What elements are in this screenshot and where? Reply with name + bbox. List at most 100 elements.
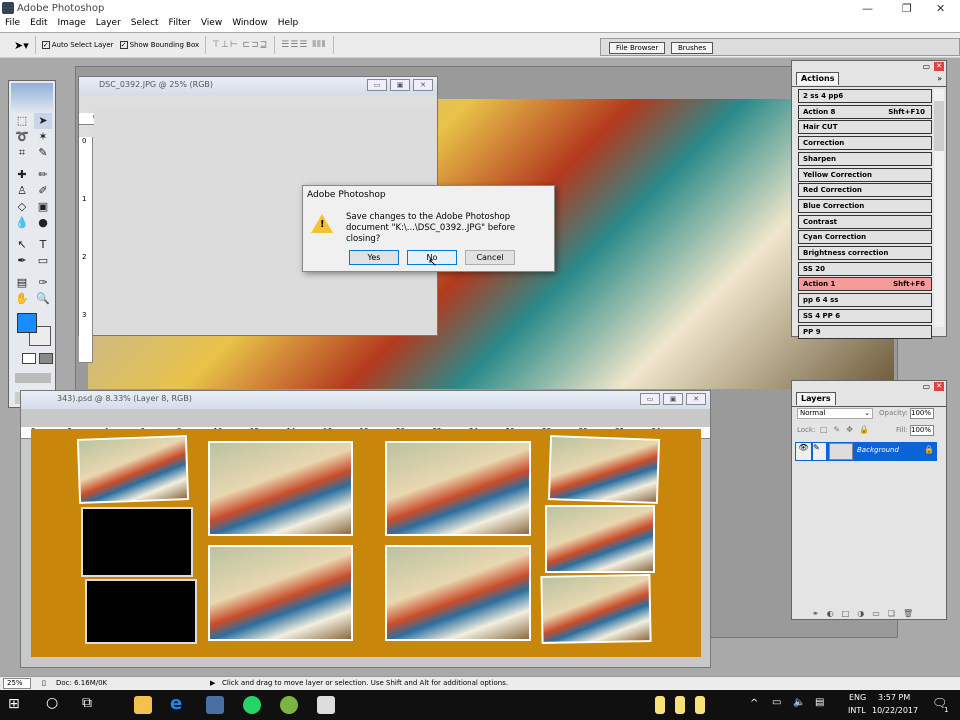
document-window-album[interactable]: 343).psd @ 8.33% (Layer 8, RGB) ▭▣✕ 0246… xyxy=(20,390,711,668)
language-layout[interactable]: INTL xyxy=(848,706,866,715)
edge-icon[interactable]: e xyxy=(170,693,188,714)
layer-row-background[interactable]: 👁 ✎ Background 🔒 xyxy=(795,442,937,461)
align-icons[interactable]: ⊤⊥⊢ ⊏⊐⊒ xyxy=(212,40,268,50)
brush-tool-icon[interactable]: ✏ xyxy=(34,167,52,183)
chevron-up-icon[interactable]: ^ xyxy=(750,698,758,709)
task-view-icon[interactable]: ⧉ xyxy=(82,695,92,711)
lock-icons[interactable]: □✎✥🔒 xyxy=(820,425,875,434)
fill-field[interactable]: 100% xyxy=(910,425,934,436)
menu-view[interactable]: View xyxy=(196,17,227,32)
action-item[interactable]: 2 ss 4 pp6 xyxy=(798,89,932,103)
action-item[interactable]: SS 20 xyxy=(798,261,932,276)
keyboard-icon[interactable]: ▤ xyxy=(815,697,824,708)
whatsapp-icon[interactable] xyxy=(243,696,261,714)
stamp-tool-icon[interactable]: ♙ xyxy=(13,183,31,199)
opacity-field[interactable]: 100% xyxy=(910,408,934,419)
action-item[interactable]: Red Correction xyxy=(798,183,932,198)
network-icon[interactable]: ▭ xyxy=(772,697,781,708)
marquee-tool-icon[interactable]: ⬚ xyxy=(13,113,31,129)
path-selection-icon[interactable]: ↖ xyxy=(13,237,31,253)
app-icon[interactable] xyxy=(317,696,335,714)
zoom-tool-icon[interactable]: 🔍 xyxy=(34,291,52,307)
blend-mode-select[interactable]: Normal ⌄ xyxy=(797,408,873,419)
close-icon[interactable]: ✕ xyxy=(934,382,944,391)
hand-tool-icon[interactable]: ✋ xyxy=(13,291,31,307)
tab-brushes[interactable]: Brushes xyxy=(671,42,714,54)
move-tool-icon[interactable]: ➤▾ xyxy=(14,39,29,52)
action-item[interactable]: SS 4 PP 6 xyxy=(798,308,932,323)
action-item[interactable]: Correction xyxy=(798,136,932,151)
minimize-icon[interactable]: ▭ xyxy=(922,62,930,71)
quick-mask-icon[interactable] xyxy=(39,353,53,364)
sticky-note-icon[interactable] xyxy=(655,696,665,714)
windows-start-icon[interactable]: ⊞ xyxy=(8,696,20,712)
eye-icon[interactable]: 👁 xyxy=(796,443,811,460)
cancel-button[interactable]: Cancel xyxy=(465,250,515,265)
search-icon[interactable]: ○ xyxy=(46,695,58,711)
maximize-button[interactable]: ▣ xyxy=(663,393,683,405)
language-indicator[interactable]: ENG xyxy=(849,693,866,702)
standard-mode-icon[interactable] xyxy=(22,353,36,364)
photoshop-taskbar-icon[interactable] xyxy=(206,696,224,714)
minimize-button[interactable]: ▭ xyxy=(640,393,660,405)
close-icon[interactable]: ✕ xyxy=(936,2,945,15)
menu-layer[interactable]: Layer xyxy=(91,17,126,32)
shape-tool-icon[interactable]: ▭ xyxy=(34,253,52,269)
menu-edit[interactable]: Edit xyxy=(25,17,52,32)
gradient-tool-icon[interactable]: ▣ xyxy=(34,199,52,215)
scrollbar[interactable] xyxy=(934,89,944,327)
minimize-button[interactable]: ▭ xyxy=(367,79,387,91)
menu-filter[interactable]: Filter xyxy=(164,17,196,32)
magic-wand-icon[interactable]: ✶ xyxy=(34,129,52,145)
action-item[interactable]: pp 6 4 ss xyxy=(798,293,932,308)
yes-button[interactable]: Yes xyxy=(349,250,399,265)
foreground-color-swatch[interactable] xyxy=(17,313,37,333)
album-canvas[interactable] xyxy=(31,429,701,657)
pen-tool-icon[interactable]: ✒ xyxy=(13,253,31,269)
panel-menu-icon[interactable]: » xyxy=(937,74,942,83)
restore-icon[interactable]: ❐ xyxy=(902,2,912,15)
menu-image[interactable]: Image xyxy=(53,17,91,32)
action-item[interactable]: Brightness correction xyxy=(798,246,932,260)
lasso-tool-icon[interactable]: ➰ xyxy=(13,129,31,145)
clock-time[interactable]: 3:57 PM xyxy=(878,693,910,702)
clock-date[interactable]: 10/22/2017 xyxy=(872,706,918,715)
close-button[interactable]: ✕ xyxy=(413,79,433,91)
action-item[interactable]: Hair CUT xyxy=(798,120,932,135)
zoom-field[interactable]: 25% xyxy=(3,678,31,689)
action-item[interactable]: Blue Correction xyxy=(798,198,932,213)
auto-select-layer-checkbox[interactable]: ✓ Auto Select Layer xyxy=(41,41,114,49)
volume-icon[interactable]: 🔈 xyxy=(793,697,805,708)
action-item[interactable]: Action 1 Shft+F6 xyxy=(798,277,932,292)
eyedropper-icon[interactable]: ✑ xyxy=(34,275,52,291)
tab-actions[interactable]: Actions xyxy=(796,72,840,85)
eraser-tool-icon[interactable]: ◇ xyxy=(13,199,31,215)
maximize-button[interactable]: ▣ xyxy=(390,79,410,91)
doc-size[interactable]: Doc: 6.16M/0K xyxy=(56,679,107,687)
healing-brush-icon[interactable]: ✚ xyxy=(13,167,31,183)
minimize-icon[interactable]: ▭ xyxy=(922,382,930,391)
minimize-icon[interactable]: — xyxy=(862,2,873,15)
sticky-note-icon[interactable] xyxy=(675,696,685,714)
notes-tool-icon[interactable]: ▤ xyxy=(13,275,31,291)
close-icon[interactable]: ✕ xyxy=(934,62,944,71)
action-item[interactable]: Action 8 Shft+F10 xyxy=(798,104,932,119)
tab-file-browser[interactable]: File Browser xyxy=(609,42,666,54)
menu-help[interactable]: Help xyxy=(273,17,304,32)
menu-select[interactable]: Select xyxy=(126,17,164,32)
tab-layers[interactable]: Layers xyxy=(796,392,836,405)
action-item[interactable]: Contrast xyxy=(798,214,932,229)
action-item[interactable]: Sharpen xyxy=(798,151,932,166)
close-button[interactable]: ✕ xyxy=(686,393,706,405)
menu-window[interactable]: Window xyxy=(227,17,273,32)
show-bounding-box-checkbox[interactable]: ✓ Show Bounding Box xyxy=(119,41,199,49)
history-brush-icon[interactable]: ✐ xyxy=(34,183,52,199)
action-item[interactable]: Cyan Correction xyxy=(798,230,932,245)
utorrent-icon[interactable] xyxy=(280,696,298,714)
screen-mode-icons[interactable] xyxy=(15,373,51,383)
burn-tool-icon[interactable]: ● xyxy=(34,215,52,231)
distribute-icons[interactable]: ☰☰☰ ⫴⫴⫴ xyxy=(281,40,326,50)
file-explorer-icon[interactable] xyxy=(134,696,152,714)
action-item[interactable]: PP 9 xyxy=(798,324,932,339)
blur-tool-icon[interactable]: 💧 xyxy=(13,215,31,231)
